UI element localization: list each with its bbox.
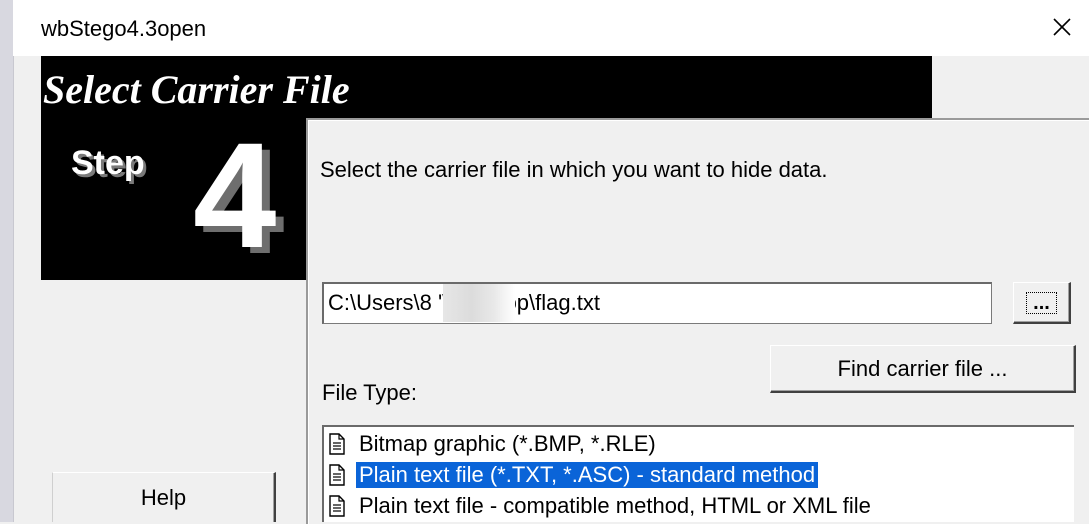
document-icon (329, 495, 345, 517)
close-icon (1053, 18, 1071, 36)
help-button[interactable]: Help (52, 472, 276, 522)
file-type-label: File Type: (322, 380, 417, 405)
file-type-list[interactable]: Bitmap graphic (*.BMP, *.RLE) Plain text… (322, 425, 1074, 522)
list-item-label: Plain text file (*.TXT, *.ASC) - standar… (356, 462, 819, 488)
step-label: Step (71, 144, 145, 182)
redacted-username (443, 284, 515, 322)
instruction-text: Select the carrier file in which you wan… (320, 157, 828, 182)
close-button[interactable] (1045, 10, 1079, 44)
banner-title: Select Carrier File (43, 67, 350, 112)
list-item-plain-text-standard[interactable]: Plain text file (*.TXT, *.ASC) - standar… (324, 460, 819, 490)
title-bar: wbStego4.3open (13, 0, 1089, 56)
browse-label: ... (1026, 291, 1057, 314)
document-icon (329, 433, 345, 455)
list-item-plain-text-compatible[interactable]: Plain text file - compatible method, HTM… (324, 491, 874, 521)
carrier-path-input[interactable]: C:\Users\8 '\Desktop\flag.txt (322, 282, 992, 324)
header-banner: Select Carrier File (41, 56, 932, 118)
find-carrier-file-button[interactable]: Find carrier file ... (770, 345, 1076, 393)
document-icon (329, 464, 345, 486)
step-panel: Step 4 (41, 118, 309, 280)
step-number: 4 (193, 111, 277, 279)
list-item-bitmap[interactable]: Bitmap graphic (*.BMP, *.RLE) (324, 429, 659, 459)
window-left-edge (0, 0, 14, 522)
window-title: wbStego4.3open (41, 16, 207, 41)
list-item-label: Bitmap graphic (*.BMP, *.RLE) (359, 431, 656, 456)
list-item-label: Plain text file - compatible method, HTM… (359, 493, 871, 518)
browse-button[interactable]: ... (1013, 282, 1071, 324)
